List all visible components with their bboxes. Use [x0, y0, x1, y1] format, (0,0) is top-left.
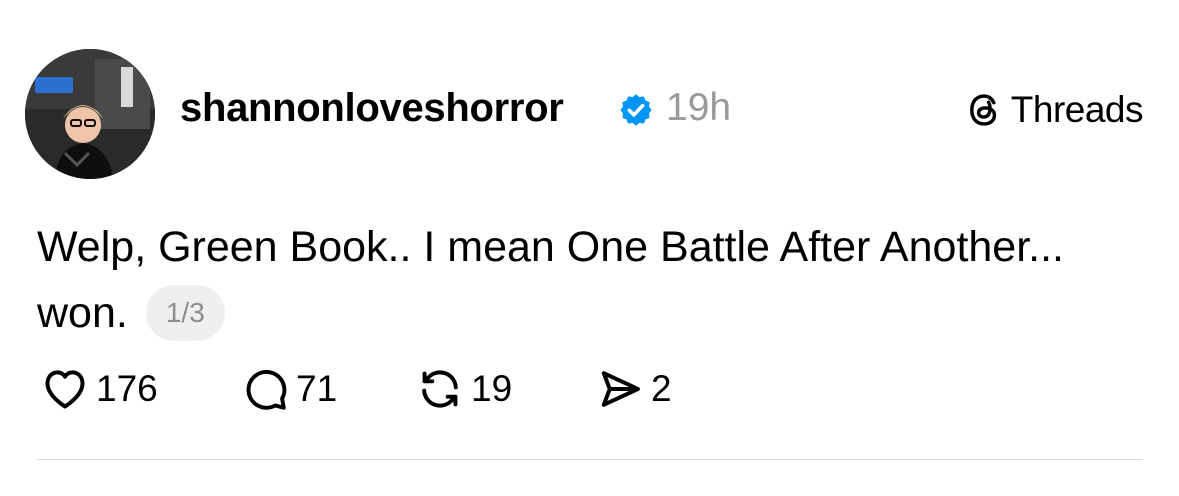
- username[interactable]: shannonloveshorror: [180, 84, 564, 132]
- avatar[interactable]: [25, 49, 155, 179]
- speech-bubble-icon: [246, 369, 287, 410]
- repost-button[interactable]: 19: [415, 363, 595, 415]
- post-body: Welp, Green Book.. I mean One Battle Aft…: [37, 214, 1147, 346]
- threads-brand[interactable]: Threads: [965, 88, 1144, 132]
- post-text-line-2-row: won. 1/3: [37, 280, 1147, 346]
- share-count: 2: [651, 368, 672, 409]
- reply-count: 71: [296, 368, 338, 409]
- avatar-photo: [25, 49, 155, 179]
- brand-name: Threads: [1010, 89, 1144, 130]
- timestamp[interactable]: 19h: [666, 84, 731, 132]
- send-icon: [601, 371, 640, 407]
- like-count: 176: [96, 368, 158, 409]
- reply-button[interactable]: 71: [240, 363, 415, 415]
- repost-count: 19: [471, 368, 513, 409]
- threads-logo-icon: [969, 94, 996, 126]
- like-button[interactable]: 176: [40, 363, 240, 415]
- verified-badge-icon: [620, 94, 652, 126]
- share-button[interactable]: 2: [595, 363, 672, 415]
- post-text-line-2: won.: [37, 289, 128, 337]
- repost-arrows-icon: [422, 370, 458, 408]
- action-bar: 176 71 19 2: [40, 363, 672, 415]
- post-text-line-1: Welp, Green Book.. I mean One Battle Aft…: [37, 223, 1065, 271]
- page-indicator[interactable]: 1/3: [145, 285, 225, 341]
- post-divider: [37, 459, 1143, 460]
- threads-post: shannonloveshorror 19h Threads Welp, Gre…: [0, 0, 1179, 496]
- heart-icon: [45, 370, 85, 409]
